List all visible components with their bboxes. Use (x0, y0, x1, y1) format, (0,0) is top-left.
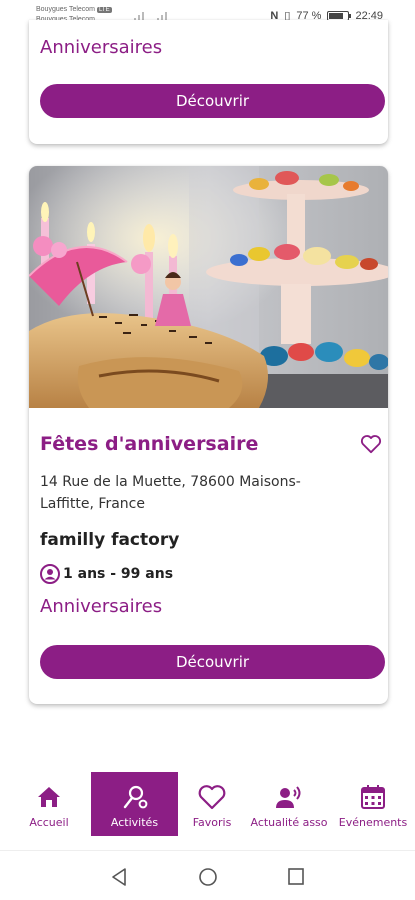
category-label: Anniversaires (40, 37, 163, 58)
age-range: 1 ans - 99 ans (63, 566, 174, 582)
category-label: Anniversaires (40, 596, 163, 617)
heart-icon (198, 785, 226, 810)
nav-home[interactable]: Accueil (18, 772, 80, 836)
age-range-row: 1 ans - 99 ans (40, 564, 173, 584)
activity-organizer: familly factory (40, 530, 180, 550)
nav-news-label: Actualité asso (250, 816, 328, 829)
activities-icon (123, 785, 147, 809)
bottom-nav: Accueil Activités Favoris Actualité asso (0, 772, 415, 838)
activity-card-previous: Anniversaires Découvrir (29, 20, 388, 144)
recents-icon[interactable] (287, 867, 305, 887)
nav-events[interactable]: Evénements (336, 772, 410, 836)
calendar-icon (361, 785, 385, 809)
nav-favorites[interactable]: Favoris (182, 772, 242, 836)
home-icon (38, 787, 60, 807)
discover-button[interactable]: Découvrir (40, 645, 385, 679)
activity-title: Fêtes d'anniversaire (40, 433, 259, 455)
back-icon[interactable] (110, 867, 128, 887)
carrier-1: Bouygues Telecom (36, 6, 96, 13)
discover-button[interactable]: Découvrir (40, 84, 385, 118)
system-nav-bar (0, 850, 415, 900)
home-circle-icon[interactable] (198, 867, 218, 887)
activity-photo[interactable] (29, 166, 388, 408)
lte-badge: LTE (97, 7, 112, 13)
announcement-icon (276, 786, 301, 808)
battery-icon (327, 10, 352, 21)
nav-activities-label: Activités (110, 816, 159, 829)
activity-address: 14 Rue de la Muette, 78600 Maisons-Laffi… (40, 474, 301, 512)
nav-events-label: Evénements (338, 816, 408, 829)
favorite-heart-icon[interactable] (360, 434, 382, 454)
nav-favorites-label: Favoris (192, 816, 232, 829)
nav-activities[interactable]: Activités (91, 772, 178, 836)
user-circle-icon (40, 564, 60, 584)
nav-home-label: Accueil (29, 816, 69, 829)
nav-news[interactable]: Actualité asso (246, 772, 332, 836)
activity-card: Fêtes d'anniversaire 14 Rue de la Muette… (29, 166, 388, 704)
